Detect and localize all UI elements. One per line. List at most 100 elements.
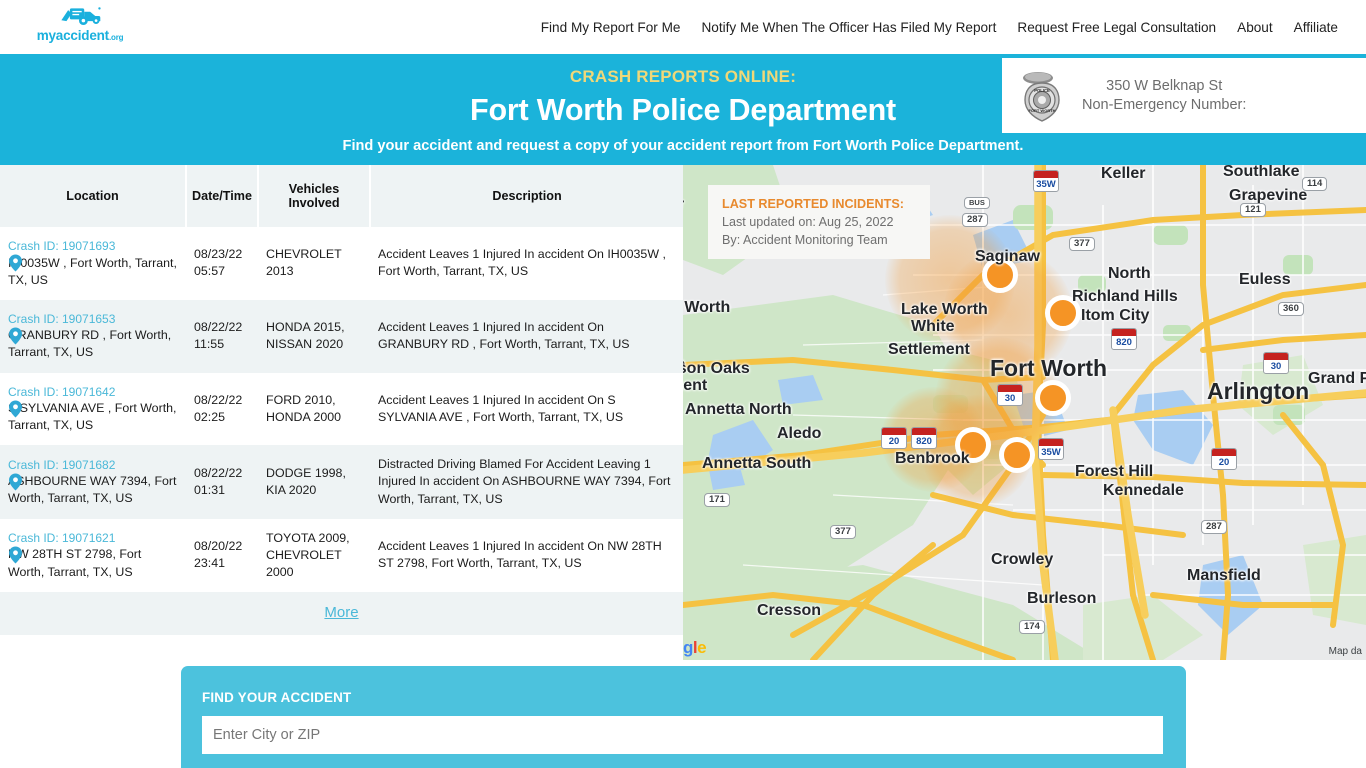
table-more-row: More (0, 591, 683, 635)
department-phone-label: Non-Emergency Number: (1082, 97, 1247, 113)
route-shield-377-south: 377 (830, 525, 856, 540)
cell-description: Accident Leaves 1 Injured In accident On… (370, 518, 683, 592)
cell-datetime: 08/20/22 23:41 (186, 518, 258, 592)
map-pin-icon (9, 473, 22, 491)
nav-item-find-my-report[interactable]: Find My Report For Me (541, 20, 681, 35)
site-logo[interactable]: myaccident.org (24, 5, 136, 49)
route-shield-i820: 820 (1111, 328, 1137, 350)
location-text: IH0035W , Fort Worth, Tarrant, TX, US (8, 255, 177, 287)
find-your-accident-panel: FIND YOUR ACCIDENT (181, 666, 1186, 768)
location-text: S SYLVANIA AVE , Fort Worth, Tarrant, TX… (8, 401, 177, 433)
table-row[interactable]: Crash ID: 19071682 ASHBOURNE WAY 7394, F… (0, 445, 683, 519)
route-shield-287-south: 287 (1201, 520, 1227, 535)
main-nav: Find My Report For Me Notify Me When The… (541, 0, 1338, 54)
location-text: ASHBOURNE WAY 7394, Fort Worth, Tarrant,… (8, 474, 177, 506)
route-shield-i35w-south: 35W (1038, 438, 1064, 460)
cell-vehicles: FORD 2010, HONDA 2000 (258, 372, 370, 446)
search-panel-label: FIND YOUR ACCIDENT (202, 690, 352, 705)
route-shield-i20-east: 20 (1211, 448, 1237, 470)
incident-hotspot-marker[interactable] (999, 437, 1035, 473)
police-badge-icon: POLICE FORT WORTH (1023, 71, 1060, 122)
column-header-vehicles[interactable]: Vehicles Involved (258, 165, 371, 227)
route-shield-bus: BUS (964, 197, 990, 210)
nav-item-legal-consultation[interactable]: Request Free Legal Consultation (1017, 20, 1216, 35)
crash-id-link[interactable]: Crash ID: 19071642 (8, 384, 178, 401)
column-header-description[interactable]: Description (370, 165, 683, 227)
incident-hotspot-marker[interactable] (1045, 295, 1081, 331)
cell-description: Accident Leaves 1 Injured In accident On… (370, 372, 683, 446)
search-input[interactable] (202, 716, 1163, 754)
nav-item-affiliate[interactable]: Affiliate (1294, 20, 1338, 35)
map-attribution: Map da (1328, 646, 1362, 657)
incident-hotspot-marker[interactable] (955, 427, 991, 463)
map-pin-icon (9, 546, 22, 564)
crash-reports-panel: Location Date/Time Vehicles Involved Des… (0, 165, 683, 665)
route-shield-171: 171 (704, 493, 730, 508)
nav-item-about[interactable]: About (1237, 20, 1273, 35)
top-navigation-bar: myaccident.org Find My Report For Me Not… (0, 0, 1366, 54)
route-shield-121: 121 (1240, 203, 1266, 218)
cell-description: Accident Leaves 1 Injured In accident On… (370, 299, 683, 373)
route-shield-i20-west: 20 (881, 427, 907, 449)
route-shield-i35w: 35W (1033, 170, 1059, 192)
cell-location: Crash ID: 19071653 GRANBURY RD , Fort Wo… (0, 299, 186, 373)
cell-datetime: 08/22/22 02:25 (186, 372, 258, 446)
last-reported-incidents-panel: LAST REPORTED INCIDENTS: Last updated on… (708, 185, 930, 259)
more-cell: More (0, 591, 683, 635)
cell-description: Distracted Driving Blamed For Accident L… (370, 445, 683, 519)
route-shield-114: 114 (1302, 177, 1328, 192)
column-header-datetime[interactable]: Date/Time (186, 165, 259, 227)
map-pin-icon (9, 254, 22, 272)
route-shield-377: 377 (1069, 237, 1095, 252)
location-text: NW 28TH ST 2798, Fort Worth, Tarrant, TX… (8, 547, 142, 579)
incidents-last-updated: Last updated on: Aug 25, 2022 (722, 215, 894, 229)
table-row[interactable]: Crash ID: 19071653 GRANBURY RD , Fort Wo… (0, 299, 683, 373)
cell-location: Crash ID: 19071682 ASHBOURNE WAY 7394, F… (0, 445, 186, 519)
google-watermark: gle (683, 638, 707, 657)
route-shield-287: 287 (962, 213, 988, 228)
cell-datetime: 08/23/22 05:57 (186, 227, 258, 300)
cell-vehicles: CHEVROLET 2013 (258, 227, 370, 300)
incident-map[interactable]: Keller Southlake Grapevine Saginaw North… (683, 165, 1366, 660)
incidents-updated-by: By: Accident Monitoring Team (722, 233, 888, 247)
table-header-row: Location Date/Time Vehicles Involved Des… (0, 165, 683, 227)
crash-reports-table: Location Date/Time Vehicles Involved Des… (0, 165, 683, 635)
department-address: 350 W Belknap St (1106, 78, 1223, 94)
table-row[interactable]: Crash ID: 19071642 S SYLVANIA AVE , Fort… (0, 372, 683, 446)
table-row[interactable]: Crash ID: 19071693 IH0035W , Fort Worth,… (0, 227, 683, 300)
logo-wordmark: myaccident.org (36, 28, 124, 43)
route-shield-i30-east: 30 (1263, 352, 1289, 374)
cell-location: Crash ID: 19071642 S SYLVANIA AVE , Fort… (0, 372, 186, 446)
svg-text:FORT WORTH: FORT WORTH (1028, 108, 1055, 113)
incident-hotspot-marker[interactable] (1035, 380, 1071, 416)
nav-item-notify-me[interactable]: Notify Me When The Officer Has Filed My … (701, 20, 996, 35)
cell-datetime: 08/22/22 11:55 (186, 299, 258, 373)
cell-datetime: 08/22/22 01:31 (186, 445, 258, 519)
incidents-panel-title: LAST REPORTED INCIDENTS: (722, 197, 904, 211)
accident-car-report-logo-icon (61, 7, 101, 26)
route-shield-174: 174 (1019, 620, 1045, 635)
crash-id-link[interactable]: Crash ID: 19071693 (8, 238, 178, 255)
route-shield-360: 360 (1278, 302, 1304, 317)
table-row[interactable]: Crash ID: 19071621 NW 28TH ST 2798, Fort… (0, 518, 683, 592)
page-banner: CRASH REPORTS ONLINE: Fort Worth Police … (0, 54, 1366, 165)
crash-id-link[interactable]: Crash ID: 19071621 (8, 530, 178, 547)
svg-text:POLICE: POLICE (1034, 88, 1050, 93)
crash-id-link[interactable]: Crash ID: 19071653 (8, 311, 178, 328)
route-shield-i820-south: 820 (911, 427, 937, 449)
map-pin-icon (9, 400, 22, 418)
location-text: GRANBURY RD , Fort Worth, Tarrant, TX, U… (8, 328, 172, 360)
cell-vehicles: HONDA 2015, NISSAN 2020 (258, 299, 370, 373)
department-info-card: POLICE FORT WORTH 350 W Belknap St Non-E… (1002, 58, 1366, 133)
cell-vehicles: DODGE 1998, KIA 2020 (258, 445, 370, 519)
incident-hotspot-marker[interactable] (982, 257, 1018, 293)
cell-location: Crash ID: 19071621 NW 28TH ST 2798, Fort… (0, 518, 186, 592)
cell-description: Accident Leaves 1 Injured In accident On… (370, 227, 683, 300)
more-link[interactable]: More (324, 604, 358, 621)
cell-location: Crash ID: 19071693 IH0035W , Fort Worth,… (0, 227, 186, 300)
column-header-location[interactable]: Location (0, 165, 187, 227)
route-shield-i30-west: 30 (997, 384, 1023, 406)
cell-vehicles: TOYOTA 2009, CHEVROLET 2000 (258, 518, 370, 592)
crash-id-link[interactable]: Crash ID: 19071682 (8, 457, 178, 474)
map-pin-icon (9, 327, 22, 345)
